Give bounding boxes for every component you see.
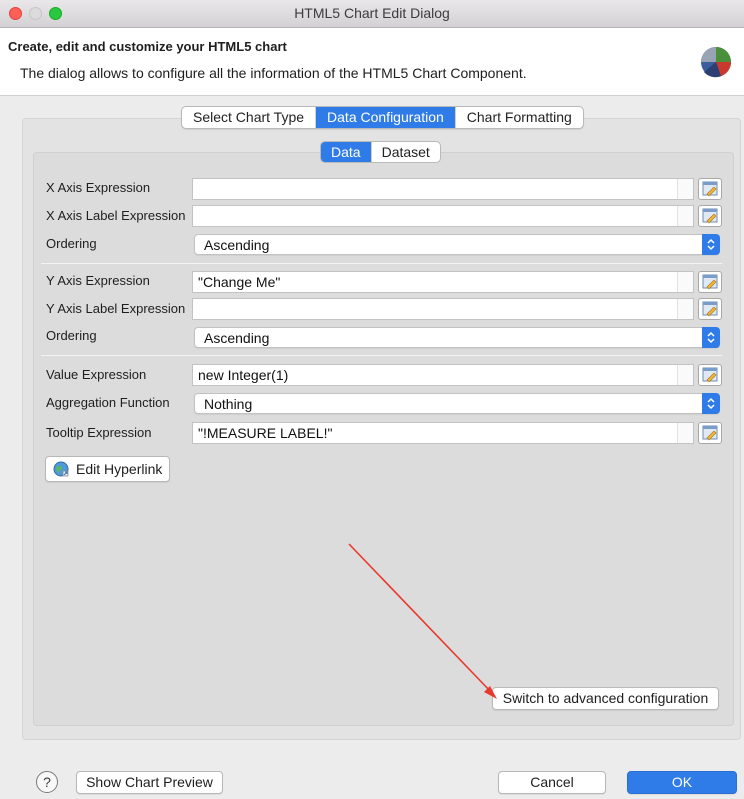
window-title-bar[interactable]: HTML5 Chart Edit Dialog xyxy=(0,0,744,28)
value-expression-editor-button[interactable] xyxy=(698,364,722,386)
chevron-updown-icon xyxy=(702,327,720,348)
expression-editor-icon xyxy=(702,425,718,441)
value-expression-input[interactable]: new Integer(1) xyxy=(192,364,694,386)
dialog-header: Create, edit and customize your HTML5 ch… xyxy=(0,28,744,96)
window-zoom-button[interactable] xyxy=(49,7,62,20)
main-tab-bar: Select Chart Type Data Configuration Cha… xyxy=(181,106,584,129)
aggregation-function-label: Aggregation Function xyxy=(46,395,170,410)
tab-data-configuration[interactable]: Data Configuration xyxy=(316,107,456,128)
switch-advanced-configuration-button[interactable]: Switch to advanced configuration xyxy=(492,687,719,710)
dialog-header-title: Create, edit and customize your HTML5 ch… xyxy=(8,39,287,54)
y-axis-label-expression-editor-button[interactable] xyxy=(698,298,722,320)
dialog-header-description: The dialog allows to configure all the i… xyxy=(20,65,527,81)
expression-editor-icon xyxy=(702,301,718,317)
chevron-updown-icon xyxy=(702,393,720,414)
y-axis-expression-input[interactable]: "Change Me" xyxy=(192,271,694,293)
sub-tab-bar: Data Dataset xyxy=(320,141,441,163)
x-axis-label-expression-editor-button[interactable] xyxy=(698,205,722,227)
separator xyxy=(41,355,722,356)
y-axis-expression-label: Y Axis Expression xyxy=(46,273,150,288)
edit-hyperlink-button[interactable]: Edit Hyperlink xyxy=(45,456,170,482)
y-ordering-select[interactable]: Ascending xyxy=(194,327,720,348)
cancel-button[interactable]: Cancel xyxy=(498,771,606,794)
chevron-updown-icon xyxy=(702,234,720,255)
separator xyxy=(41,263,722,264)
subtab-data[interactable]: Data xyxy=(321,142,372,162)
expression-editor-icon xyxy=(702,274,718,290)
tooltip-expression-input[interactable]: "!MEASURE LABEL!" xyxy=(192,422,694,444)
subtab-dataset[interactable]: Dataset xyxy=(372,142,440,162)
tooltip-expression-label: Tooltip Expression xyxy=(46,425,152,440)
ok-button[interactable]: OK xyxy=(627,771,737,794)
expression-editor-icon xyxy=(702,367,718,383)
x-axis-label-expression-label: X Axis Label Expression xyxy=(46,208,186,223)
show-chart-preview-button[interactable]: Show Chart Preview xyxy=(76,771,223,794)
x-axis-expression-editor-button[interactable] xyxy=(698,178,722,200)
expression-editor-icon xyxy=(702,208,718,224)
tooltip-expression-editor-button[interactable] xyxy=(698,422,722,444)
window-title: HTML5 Chart Edit Dialog xyxy=(294,5,450,21)
window-close-button[interactable] xyxy=(9,7,22,20)
help-button[interactable]: ? xyxy=(36,771,58,793)
tab-chart-formatting[interactable]: Chart Formatting xyxy=(456,107,583,128)
y-axis-expression-editor-button[interactable] xyxy=(698,271,722,293)
x-axis-expression-label: X Axis Expression xyxy=(46,180,151,195)
value-expression-label: Value Expression xyxy=(46,367,147,382)
globe-link-icon xyxy=(53,461,69,477)
tab-select-chart-type[interactable]: Select Chart Type xyxy=(182,107,317,128)
edit-hyperlink-label: Edit Hyperlink xyxy=(76,461,163,477)
aggregation-function-select[interactable]: Nothing xyxy=(194,393,720,414)
window-minimize-button[interactable] xyxy=(29,7,42,20)
y-axis-label-expression-input[interactable] xyxy=(192,298,694,320)
x-axis-expression-input[interactable] xyxy=(192,178,694,200)
x-ordering-select[interactable]: Ascending xyxy=(194,234,720,255)
expression-editor-icon xyxy=(702,181,718,197)
x-ordering-label: Ordering xyxy=(46,236,97,251)
y-ordering-label: Ordering xyxy=(46,328,97,343)
pie-chart-icon xyxy=(701,47,731,78)
y-axis-label-expression-label: Y Axis Label Expression xyxy=(46,301,186,316)
x-axis-label-expression-input[interactable] xyxy=(192,205,694,227)
